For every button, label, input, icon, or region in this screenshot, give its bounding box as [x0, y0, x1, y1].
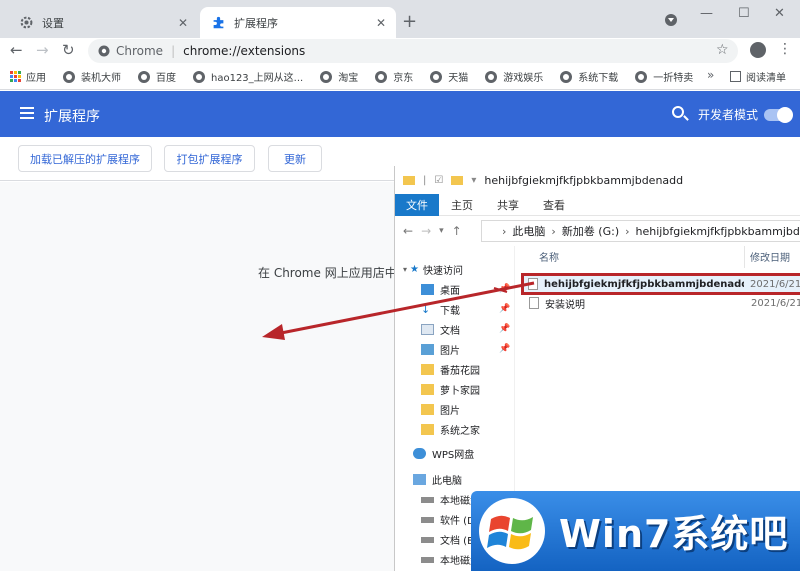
arrow-head — [262, 324, 285, 340]
drag-arrow-annotation — [262, 281, 535, 340]
watermark-banner: Win7系统吧 — [471, 491, 800, 571]
arrow-line — [275, 281, 535, 336]
watermark-text: Win7系统吧 — [559, 512, 789, 556]
windows-logo-icon — [479, 498, 545, 564]
